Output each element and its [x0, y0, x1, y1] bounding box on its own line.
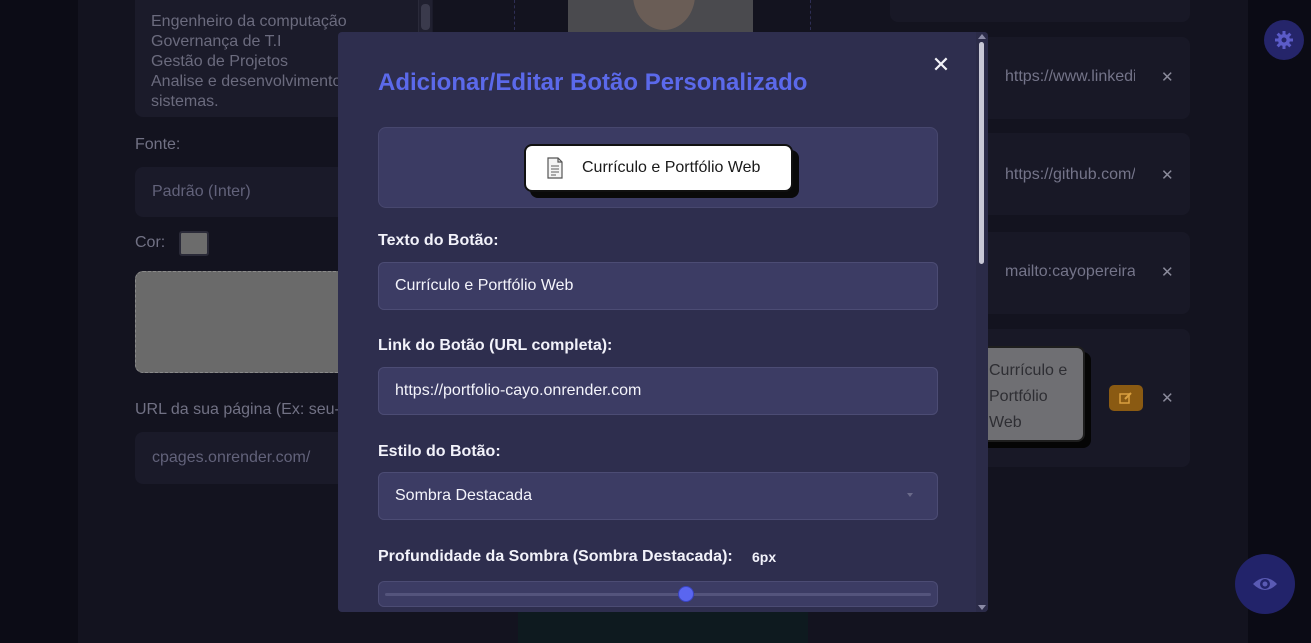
custom-button-line: Portfólio: [989, 388, 1048, 405]
link-url: https://github.com/cayo: [1005, 166, 1135, 183]
button-style-label: Estilo do Botão:: [378, 443, 501, 460]
document-icon: [547, 157, 563, 179]
modal-scrollbar-thumb[interactable]: [979, 42, 984, 264]
modal-title: Adicionar/Editar Botão Personalizado: [378, 69, 808, 96]
custom-button-line: Currículo e: [989, 362, 1068, 379]
button-preview-label: Currículo e Portfólio Web: [582, 159, 761, 176]
button-text-label: Texto do Botão:: [378, 232, 499, 249]
slider-track-line: [385, 593, 931, 596]
button-link-label: Link do Botão (URL completa):: [378, 337, 613, 354]
page-left-margin: [0, 0, 78, 643]
remove-link-button[interactable]: ✕: [1161, 263, 1174, 281]
link-url: mailto:cayopereira@email.com: [1005, 263, 1135, 280]
button-style-value: Sombra Destacada: [395, 487, 532, 504]
page-right-margin: [1248, 0, 1311, 643]
shadow-depth-value: 6px: [752, 549, 777, 565]
edit-button[interactable]: [1109, 385, 1143, 411]
link-card: [890, 0, 1190, 22]
custom-button-line: Web: [989, 414, 1022, 431]
scroll-down-icon[interactable]: [978, 605, 986, 610]
edit-icon: [1119, 392, 1132, 404]
chevron-down-icon: [907, 493, 913, 497]
button-style-select[interactable]: Sombra Destacada: [378, 472, 938, 520]
color-label: Cor:: [135, 234, 166, 251]
profile-photo: [568, 0, 753, 32]
font-label: Fonte:: [135, 136, 181, 153]
divider: [514, 0, 515, 30]
settings-button[interactable]: [1264, 20, 1304, 60]
custom-button-modal: Adicionar/Editar Botão Personalizado ✕ C…: [338, 32, 988, 612]
modal-scrollbar[interactable]: [976, 32, 988, 612]
gear-icon: [1275, 31, 1293, 49]
button-preview: Currículo e Portfólio Web: [524, 144, 793, 192]
scroll-up-icon[interactable]: [978, 34, 986, 39]
color-picker[interactable]: [179, 231, 209, 256]
remove-link-button[interactable]: ✕: [1161, 68, 1174, 86]
preview-button[interactable]: [1235, 554, 1295, 614]
shadow-depth-label: Profundidade da Sombra (Sombra Destacada…: [378, 548, 733, 565]
link-url: https://www.linkedin.com/in/cayo: [1005, 68, 1135, 85]
background-image-thumb: [518, 611, 808, 643]
bio-line: Engenheiro da computação: [151, 13, 347, 30]
shadow-depth-slider[interactable]: [378, 581, 938, 607]
divider: [810, 0, 811, 30]
eye-icon: [1253, 578, 1277, 590]
custom-button-preview: Currículo e Portfólio Web: [975, 346, 1085, 442]
remove-custom-button[interactable]: ✕: [1161, 389, 1174, 407]
close-icon[interactable]: ✕: [928, 52, 954, 78]
slider-thumb[interactable]: [678, 586, 695, 602]
button-text-input[interactable]: [378, 262, 938, 310]
bio-scrollbar-thumb[interactable]: [421, 4, 430, 30]
button-link-input[interactable]: [378, 367, 938, 415]
remove-link-button[interactable]: ✕: [1161, 166, 1174, 184]
button-preview-area: Currículo e Portfólio Web: [378, 127, 938, 208]
